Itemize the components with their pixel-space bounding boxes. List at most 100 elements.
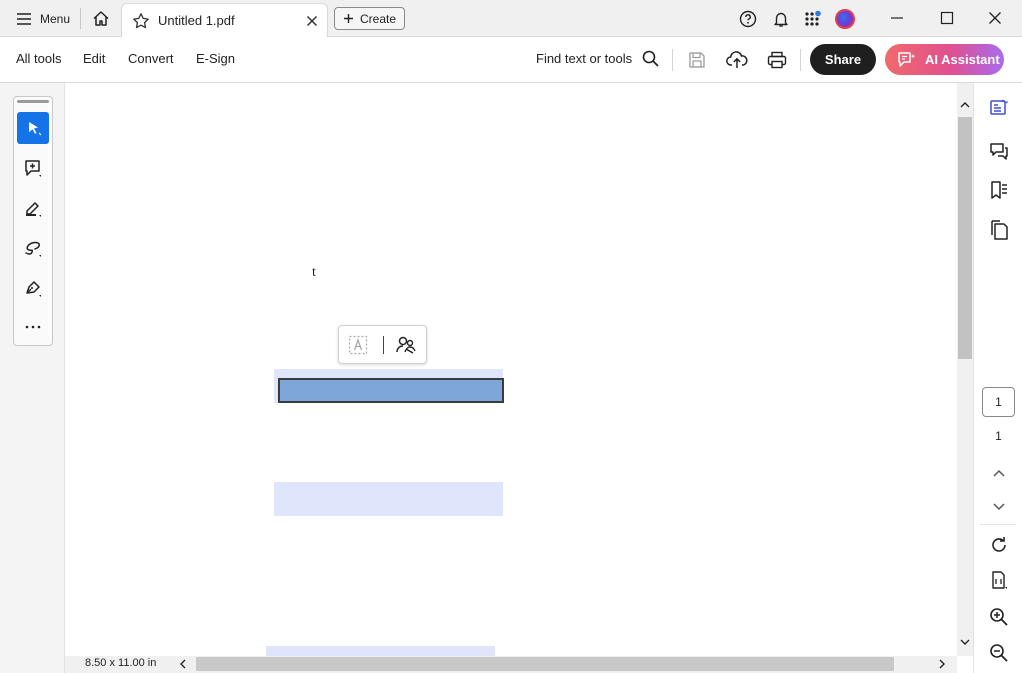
actual-size-icon [989, 570, 1009, 590]
help-button[interactable] [735, 6, 761, 32]
scroll-left-icon[interactable] [175, 657, 189, 671]
cloud-upload-icon [726, 51, 748, 69]
drag-handle[interactable] [17, 100, 49, 103]
maximize-icon [940, 11, 954, 25]
bell-icon [772, 10, 790, 28]
tab-convert[interactable]: Convert [128, 51, 174, 66]
highlighter-icon [23, 198, 43, 218]
edit-document-icon [989, 98, 1009, 118]
scroll-thumb[interactable] [196, 657, 894, 671]
tab-all-tools[interactable]: All tools [16, 51, 62, 66]
tab-edit[interactable]: Edit [83, 51, 105, 66]
comments-icon [989, 141, 1009, 161]
divider [80, 8, 81, 29]
rotate-button[interactable] [986, 532, 1012, 558]
tab-title: Untitled 1.pdf [158, 13, 235, 28]
minimize-button[interactable] [874, 2, 920, 34]
assign-recipient-icon[interactable] [395, 335, 417, 355]
hamburger-icon [16, 12, 32, 26]
left-tool-rail [0, 83, 65, 673]
previous-page-button[interactable] [986, 460, 1012, 486]
edit-pdf-panel-button[interactable] [986, 95, 1012, 121]
pages-icon [989, 220, 1009, 240]
draw-tool-button[interactable] [17, 232, 49, 264]
close-tab-icon[interactable] [301, 10, 323, 32]
select-tool-button[interactable] [17, 112, 49, 144]
scroll-thumb[interactable] [958, 117, 972, 359]
create-label: Create [359, 11, 397, 26]
freehand-draw-icon [23, 238, 43, 258]
highlight-tool-button[interactable] [17, 192, 49, 224]
document-tab[interactable]: Untitled 1.pdf [121, 3, 328, 37]
cursor-arrow-icon [24, 119, 42, 137]
add-comment-tool-button[interactable] [17, 152, 49, 184]
create-button[interactable]: Create [334, 7, 405, 30]
fountain-pen-icon [23, 278, 43, 298]
close-window-button[interactable] [972, 2, 1018, 34]
divider [383, 336, 384, 354]
pages-panel-button[interactable] [986, 217, 1012, 243]
scroll-up-icon[interactable] [958, 97, 972, 111]
document-text: t [312, 265, 316, 280]
apps-grid-icon [804, 10, 822, 28]
zoom-out-button[interactable] [986, 640, 1012, 666]
rotate-clockwise-icon [989, 535, 1009, 555]
divider [800, 49, 801, 71]
more-horizontal-icon [24, 324, 42, 330]
menu-button[interactable]: Menu [8, 6, 78, 31]
ai-assistant-icon [897, 51, 917, 69]
sign-tool-button[interactable] [17, 272, 49, 304]
next-page-button[interactable] [986, 494, 1012, 520]
apps-button[interactable] [800, 6, 826, 32]
divider [980, 524, 1016, 525]
divider [672, 49, 673, 71]
save-icon [688, 51, 706, 69]
actual-size-button[interactable] [986, 567, 1012, 593]
main-toolbar: All tools Edit Convert E-Sign Find text … [0, 37, 1022, 83]
minimize-icon [890, 11, 904, 25]
text-field-icon[interactable] [348, 335, 368, 355]
share-button[interactable]: Share [810, 44, 876, 75]
ai-assistant-label: AI Assistant [925, 52, 1000, 67]
scroll-down-icon[interactable] [958, 635, 972, 649]
form-field[interactable] [266, 646, 495, 656]
current-page-input[interactable]: 1 [982, 387, 1015, 417]
chevron-up-icon [993, 469, 1005, 477]
bookmark-icon [989, 180, 1009, 200]
chevron-down-icon [993, 503, 1005, 511]
title-bar: Menu Untitled 1.pdf Create [0, 0, 1022, 37]
vertical-scrollbar[interactable] [957, 83, 973, 656]
zoom-out-icon [989, 643, 1009, 663]
find-tools-button[interactable]: Find text or tools [536, 50, 659, 67]
comments-panel-button[interactable] [986, 138, 1012, 164]
menu-label: Menu [40, 11, 71, 26]
selected-form-field[interactable] [278, 378, 504, 403]
scroll-right-icon[interactable] [935, 657, 949, 671]
total-pages-label: 1 [995, 429, 1002, 443]
find-label: Find text or tools [536, 51, 633, 66]
plus-icon [343, 13, 354, 24]
quick-tools-panel [13, 96, 53, 346]
print-icon [767, 51, 787, 69]
page-size-label: 8.50 x 11.00 in [85, 657, 157, 669]
tab-esign[interactable]: E-Sign [196, 51, 235, 66]
help-icon [739, 10, 757, 28]
save-button[interactable] [683, 47, 711, 73]
star-icon[interactable] [132, 12, 150, 30]
ai-assistant-button[interactable]: AI Assistant [885, 44, 1004, 75]
avatar[interactable] [835, 9, 855, 29]
bookmarks-panel-button[interactable] [986, 177, 1012, 203]
right-side-panel: 1 1 [973, 83, 1022, 673]
home-button[interactable] [88, 6, 113, 31]
field-context-toolbar [338, 325, 427, 364]
zoom-in-button[interactable] [986, 604, 1012, 630]
notifications-button[interactable] [768, 6, 794, 32]
more-tools-button[interactable] [17, 311, 49, 343]
horizontal-scrollbar[interactable]: 8.50 x 11.00 in [65, 656, 957, 673]
upload-cloud-button[interactable] [723, 47, 751, 73]
maximize-button[interactable] [924, 2, 970, 34]
zoom-in-icon [989, 607, 1009, 627]
document-canvas[interactable]: t [65, 83, 957, 656]
print-button[interactable] [763, 47, 791, 73]
form-field[interactable] [274, 482, 503, 516]
